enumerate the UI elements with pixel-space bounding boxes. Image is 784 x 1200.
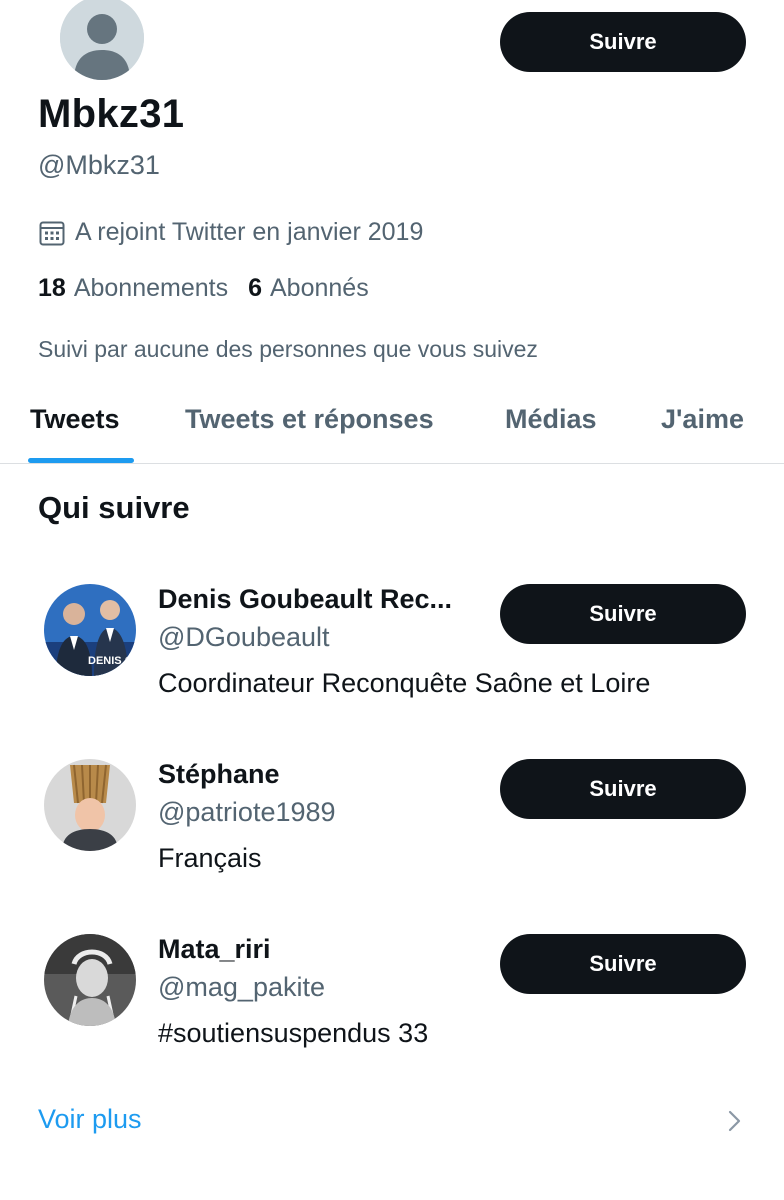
suggestion-avatar[interactable]: [44, 759, 136, 851]
profile-handle: @Mbkz31: [38, 150, 160, 180]
following-label: Abonnements: [73, 274, 229, 302]
default-avatar-icon: [60, 0, 144, 80]
suggestion-handle: @mag_pakite: [158, 972, 325, 1002]
chevron-right-icon[interactable]: [724, 1108, 744, 1134]
avatar-image: [44, 759, 136, 851]
followers-label: Abonnés: [270, 274, 369, 302]
suggestion-item[interactable]: Stéphane @patriote1989 Français Suivre: [0, 759, 784, 899]
suggestion-name[interactable]: Stéphane: [158, 759, 488, 790]
profile-avatar[interactable]: [60, 0, 144, 80]
join-date-text: A rejoint Twitter en janvier 2019: [75, 218, 424, 246]
profile-name: Mbkz31: [38, 92, 185, 136]
tab-likes[interactable]: J'aime: [661, 404, 744, 435]
avatar-image: [44, 934, 136, 1026]
active-tab-indicator: [28, 458, 134, 463]
suggestion-avatar[interactable]: DENIS GOUBEAULT: [44, 584, 136, 676]
followers-count: 6: [248, 274, 262, 302]
suggestion-bio: #soutiensuspendus 33: [158, 1018, 429, 1048]
calendar-icon: [39, 221, 65, 245]
profile-tabs: Tweets Tweets et réponses Médias J'aime: [0, 380, 784, 464]
followed-by-text: Suivi par aucune des personnes que vous …: [38, 336, 538, 362]
suggestion-item[interactable]: Mata_riri @mag_pakite #soutiensuspendus …: [0, 934, 784, 1074]
follow-button[interactable]: Suivre: [500, 759, 746, 819]
suggestion-name[interactable]: Mata_riri: [158, 934, 488, 965]
following-stat[interactable]: 18 Abonnements: [38, 274, 228, 303]
follow-button[interactable]: Suivre: [500, 584, 746, 644]
suggestion-handle: @DGoubeault: [158, 622, 330, 652]
avatar-image: DENIS GOUBEAULT: [44, 584, 136, 676]
suggestion-item[interactable]: DENIS GOUBEAULT Denis Goubeault Rec... @…: [0, 584, 784, 724]
who-to-follow-title: Qui suivre: [38, 490, 190, 525]
see-more-link[interactable]: Voir plus: [38, 1104, 142, 1135]
join-date: A rejoint Twitter en janvier 2019: [38, 218, 423, 247]
follow-stats: 18 Abonnements 6 Abonnés: [38, 274, 369, 303]
tab-tweets-replies[interactable]: Tweets et réponses: [185, 404, 434, 435]
suggestion-name[interactable]: Denis Goubeault Rec...: [158, 584, 488, 615]
tab-tweets[interactable]: Tweets: [30, 404, 120, 435]
follow-button[interactable]: Suivre: [500, 934, 746, 994]
suggestion-handle: @patriote1989: [158, 797, 336, 827]
suggestion-bio: Français: [158, 843, 262, 873]
suggestion-bio: Coordinateur Reconquête Saône et Loire: [158, 668, 651, 698]
following-count: 18: [38, 274, 66, 302]
followers-stat[interactable]: 6 Abonnés: [248, 274, 369, 303]
avatar-overlay-text: DENIS GOUBEAULT: [88, 655, 136, 667]
suggestion-avatar[interactable]: [44, 934, 136, 1026]
tab-media[interactable]: Médias: [505, 404, 597, 435]
follow-button[interactable]: Suivre: [500, 12, 746, 72]
